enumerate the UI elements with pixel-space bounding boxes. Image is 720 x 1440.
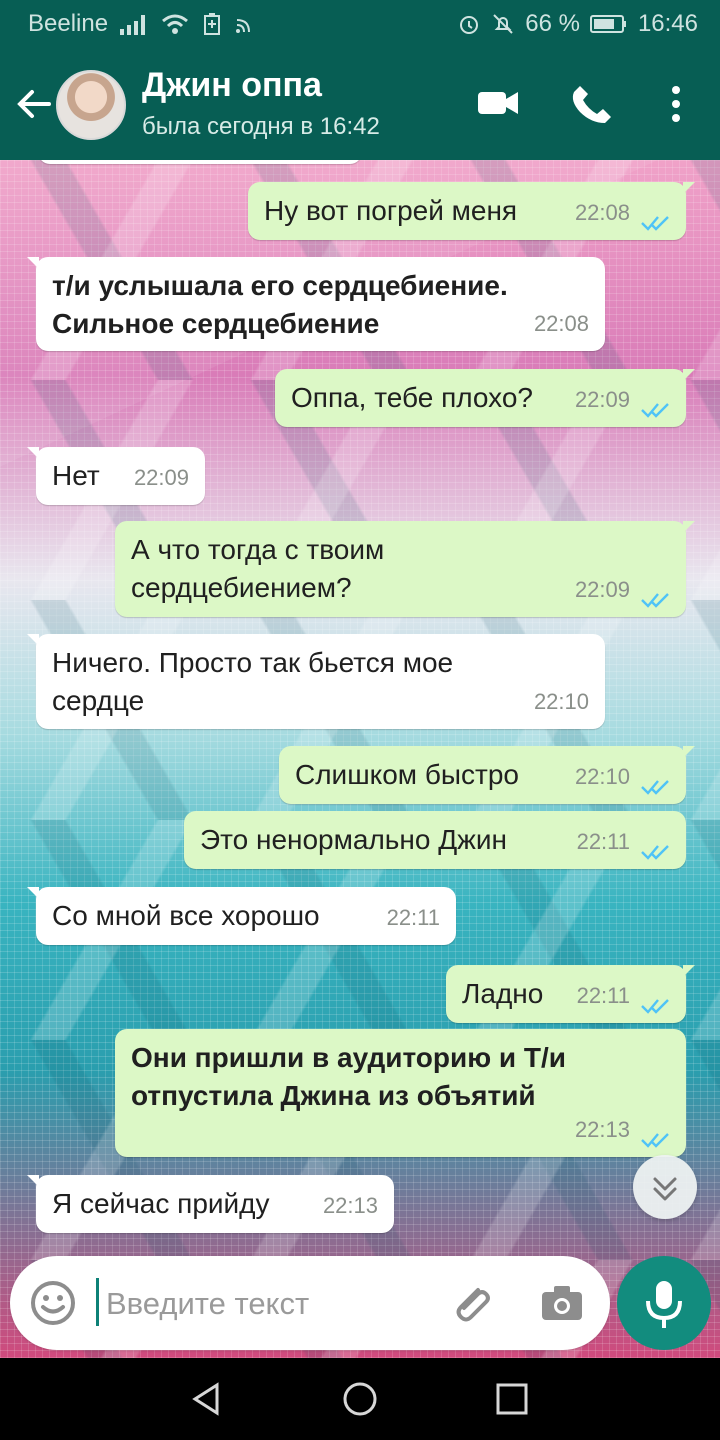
paperclip-icon[interactable] xyxy=(446,1278,496,1328)
read-receipt-icon xyxy=(641,403,669,418)
home-nav-icon[interactable] xyxy=(339,1378,381,1420)
arrow-left-icon[interactable] xyxy=(12,82,56,126)
avatar[interactable] xyxy=(56,70,126,140)
message-text: т/и услышала его сердцебиение. Сильное с… xyxy=(52,270,516,339)
message-time: 22:08 xyxy=(574,200,630,225)
message-text: Нет xyxy=(52,460,100,491)
bubble-tail xyxy=(683,182,695,194)
message-input[interactable]: Введите текст xyxy=(106,1286,309,1322)
message-text: Оппа, тебе плохо? xyxy=(291,382,533,413)
status-time: 16:46 xyxy=(637,10,698,37)
message-bubble-outgoing[interactable]: Оппа, тебе плохо? 22:09 xyxy=(275,369,695,427)
message-time: 22:10 xyxy=(533,689,589,714)
bubble-tail xyxy=(27,1175,39,1187)
read-receipt-icon xyxy=(641,999,669,1014)
message-time: 22:10 xyxy=(574,764,630,789)
message-time: 22:09 xyxy=(133,465,189,490)
cast-icon xyxy=(236,19,251,33)
message-text: Слишком быстро xyxy=(295,759,519,790)
phone-icon[interactable] xyxy=(566,78,618,130)
message-text: Ну вот погрей меня xyxy=(264,195,518,226)
message-time: 22:08 xyxy=(533,311,589,336)
message-bubble-incoming[interactable]: т/и услышала его сердцебиение. Сильное с… xyxy=(27,257,605,351)
bubble-tail xyxy=(683,965,695,977)
system-navigation-bar xyxy=(0,1358,720,1440)
message-text: Они пришли в аудиторию и Т/и отпустила Д… xyxy=(131,1042,574,1111)
read-receipt-icon xyxy=(641,216,669,231)
message-time: 22:11 xyxy=(386,905,440,930)
message-bubble-outgoing[interactable]: Слишком быстро 22:10 xyxy=(279,746,695,804)
bell-off-icon xyxy=(493,14,513,34)
video-call-icon[interactable] xyxy=(472,78,524,130)
message-text: Ладно xyxy=(462,978,544,1009)
message-bubble-incoming[interactable]: Со мной все хорошо 22:11 xyxy=(27,887,456,945)
read-receipt-icon xyxy=(641,845,669,860)
battery-percent: 66 % xyxy=(525,10,580,37)
signal-icon xyxy=(120,15,146,35)
bubble-tail xyxy=(27,257,39,269)
carrier-name: Beeline xyxy=(28,10,109,37)
status-bar: Beeline 66 % 16:46 xyxy=(0,0,720,48)
message-text: Ничего. Просто так бьется мое сердце xyxy=(52,647,461,716)
scroll-to-bottom-button[interactable] xyxy=(633,1155,697,1219)
message-time: 22:11 xyxy=(576,829,630,854)
bubble-tail xyxy=(683,369,695,381)
bubble-tail xyxy=(27,887,39,899)
battery-saver-icon xyxy=(204,13,221,35)
double-chevron-down-icon xyxy=(653,1177,677,1201)
emoji-icon[interactable] xyxy=(28,1278,78,1328)
message-bubble-incoming[interactable]: Ничего. Просто так бьется мое сердце 22:… xyxy=(27,634,605,729)
message-bubble-outgoing[interactable]: Они пришли в аудиторию и Т/и отпустила Д… xyxy=(115,1029,686,1157)
message-time: 22:09 xyxy=(574,387,630,412)
last-seen-status: была сегодня в 16:42 xyxy=(142,113,380,140)
message-time: 22:13 xyxy=(574,1117,630,1142)
message-bubble-outgoing[interactable]: А что тогда с твоим сердцебиением? 22:09 xyxy=(115,521,695,617)
wifi-icon xyxy=(162,14,189,34)
message-time: 22:11 xyxy=(576,983,630,1008)
back-nav-icon[interactable] xyxy=(185,1378,227,1420)
message-bubble-outgoing[interactable]: Ну вот погрей меня 22:08 xyxy=(248,182,695,240)
more-vertical-icon[interactable] xyxy=(650,78,702,130)
chat-header: Джин оппа была сегодня в 16:42 xyxy=(0,48,720,160)
message-bubble-outgoing[interactable]: Это ненормально Джин 22:11 xyxy=(184,811,686,869)
read-receipt-icon xyxy=(641,780,669,795)
bubble-tail xyxy=(27,634,39,646)
voice-record-button[interactable] xyxy=(617,1256,711,1350)
message-text: А что тогда с твоим сердцебиением? xyxy=(131,534,393,603)
bubble-tail xyxy=(683,746,695,758)
message-text: Со мной все хорошо xyxy=(52,900,320,931)
message-time: 22:13 xyxy=(322,1193,378,1218)
bubble-tail xyxy=(27,447,39,459)
message-composer: Введите текст xyxy=(10,1256,610,1350)
message-text: Это ненормально Джин xyxy=(200,824,507,855)
recents-nav-icon[interactable] xyxy=(491,1378,533,1420)
contact-name[interactable]: Джин оппа xyxy=(142,66,322,105)
message-bubble-incoming[interactable]: Я сейчас прийду 22:13 xyxy=(27,1175,394,1233)
message-bubble-partial xyxy=(38,160,362,164)
bubble-tail xyxy=(683,521,695,533)
message-bubble-outgoing[interactable]: Ладно 22:11 xyxy=(446,965,695,1023)
text-cursor xyxy=(96,1278,99,1326)
alarm-icon xyxy=(460,16,479,34)
camera-icon[interactable] xyxy=(536,1278,588,1328)
message-time: 22:09 xyxy=(574,577,630,602)
message-text: Я сейчас прийду xyxy=(52,1188,270,1219)
chat-background: Ну вот погрей меня 22:08 т/и услышала ег… xyxy=(0,160,720,1358)
microphone-icon xyxy=(646,1281,682,1328)
battery-icon xyxy=(589,15,626,33)
message-bubble-incoming[interactable]: Нет 22:09 xyxy=(27,447,205,505)
read-receipt-icon xyxy=(641,593,669,608)
read-receipt-icon xyxy=(641,1133,669,1148)
